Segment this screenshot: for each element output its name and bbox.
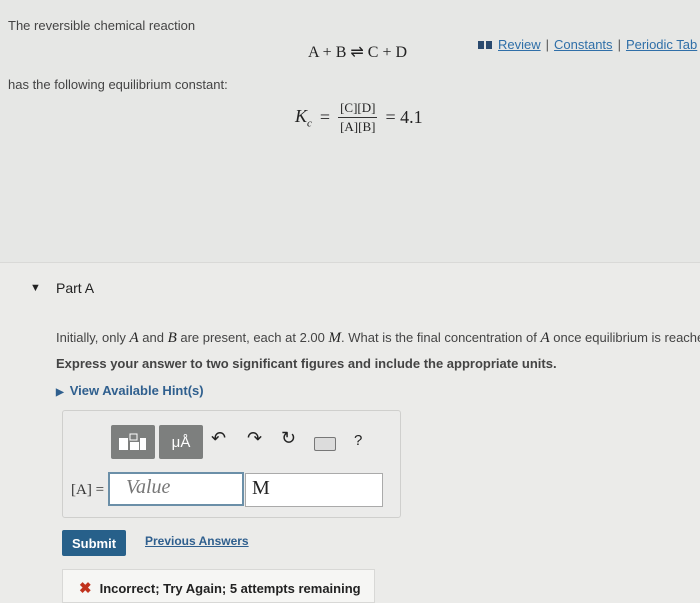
value-input[interactable]: Value (108, 472, 244, 506)
reset-icon[interactable]: ↻ (281, 428, 296, 449)
constants-link[interactable]: Constants (554, 37, 613, 52)
review-link[interactable]: Review (498, 37, 541, 52)
kc-symbol: K (295, 105, 308, 126)
templates-button[interactable] (111, 425, 155, 459)
keyboard-icon[interactable] (314, 437, 336, 451)
units-button[interactable]: μÅ (159, 425, 203, 459)
kc-denominator: [A][B] (340, 119, 376, 134)
reaction-equation: A + B ⇌ C + D (308, 44, 408, 61)
periodic-table-link[interactable]: Periodic Tab (626, 37, 697, 52)
part-a-title[interactable]: Part A (56, 280, 94, 296)
previous-answers-link[interactable]: Previous Answers (145, 534, 249, 548)
view-hints-link[interactable]: ▶ View Available Hint(s) (56, 383, 204, 398)
feedback-message: ✖ Incorrect; Try Again; 5 attempts remain… (62, 569, 375, 603)
equilibrium-text: has the following equilibrium constant: (8, 77, 228, 92)
book-icon (478, 38, 492, 53)
resource-links: Review | Constants | Periodic Tab (478, 37, 697, 53)
mu-angstrom-icon: μÅ (171, 433, 191, 451)
equilibrium-expression: Kc = [C][D] [A][B] = 4.1 (295, 100, 423, 135)
intro-text: The reversible chemical reaction (8, 18, 196, 33)
submit-button[interactable]: Submit (62, 530, 126, 556)
redo-icon[interactable]: ↷ (247, 428, 262, 449)
undo-icon[interactable]: ↶ (211, 428, 226, 449)
section-divider (0, 262, 700, 263)
kc-fraction: [C][D] [A][B] (338, 100, 378, 135)
kc-subscript: c (307, 117, 312, 130)
units-input[interactable]: M (245, 473, 383, 507)
collapse-caret-icon[interactable]: ▼ (30, 282, 41, 294)
problem-intro-panel: The reversible chemical reaction A + B ⇌… (0, 0, 700, 262)
kc-numerator: [C][D] (338, 100, 378, 118)
help-icon[interactable]: ? (354, 432, 362, 449)
kc-value: = 4.1 (385, 107, 423, 127)
templates-icon (119, 433, 146, 450)
answer-label: [A] = (71, 482, 105, 498)
incorrect-icon: ✖ (79, 580, 92, 597)
question-text: Initially, only A and B are present, eac… (56, 330, 700, 346)
answer-instruction: Express your answer to two significant f… (56, 356, 557, 371)
expand-triangle-icon: ▶ (56, 387, 64, 398)
